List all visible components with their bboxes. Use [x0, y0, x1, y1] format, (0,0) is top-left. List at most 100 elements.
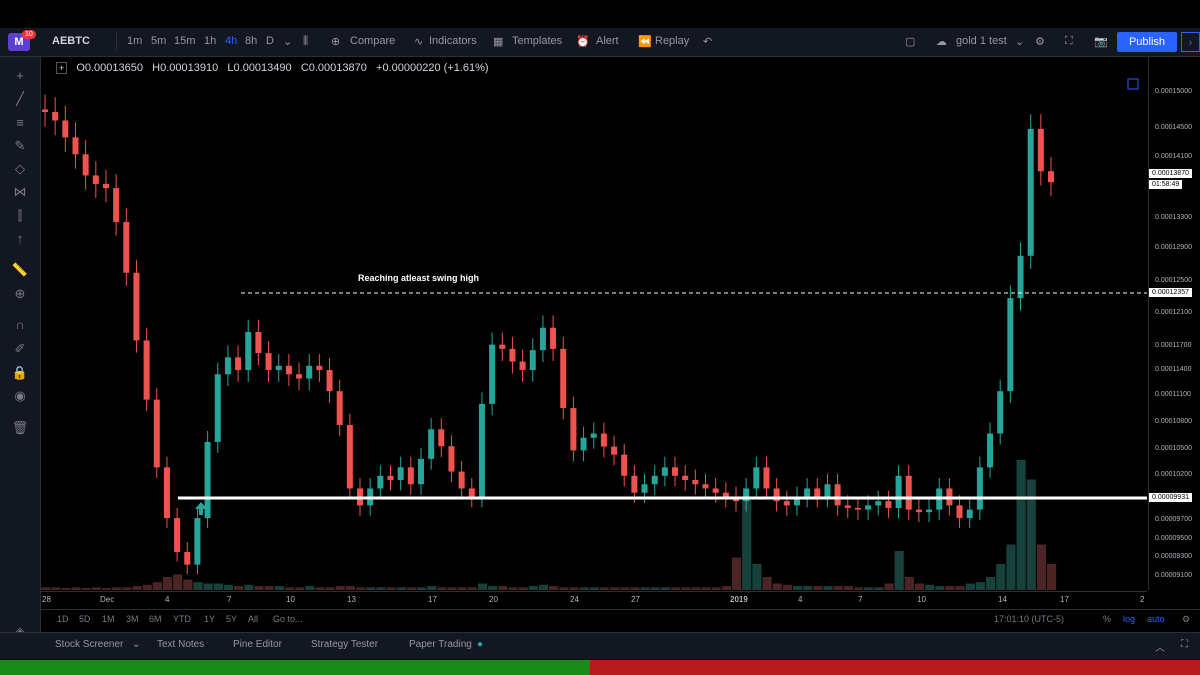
tab-stock-screener[interactable]: Stock Screener	[55, 639, 123, 650]
interval-15m[interactable]: 15m	[174, 35, 195, 47]
range-3m[interactable]: 3M	[126, 614, 139, 624]
lock-icon[interactable]: 🔒	[10, 364, 30, 382]
volume-bar	[467, 587, 477, 590]
shapes-icon[interactable]: ◇	[10, 160, 30, 178]
fullscreen-layout-icon[interactable]: ▢	[905, 35, 915, 48]
publish-button[interactable]: Publish	[1117, 32, 1177, 52]
range-all[interactable]: All	[248, 614, 258, 624]
indicators-icon[interactable]: ∿	[414, 35, 423, 48]
notification-badge[interactable]: 10	[22, 30, 36, 39]
volume-bar	[488, 586, 498, 590]
volume-bar	[803, 586, 813, 590]
brush-icon[interactable]: ✎	[10, 137, 30, 155]
magnet-icon[interactable]: ∩	[10, 316, 30, 334]
range-1m[interactable]: 1M	[102, 614, 115, 624]
volume-bar	[112, 587, 122, 590]
alert-button[interactable]: Alert	[596, 35, 619, 47]
chart-settings-icon[interactable]	[1127, 78, 1139, 90]
alert-icon[interactable]: ⏰	[576, 35, 590, 48]
candle-body	[997, 391, 1004, 434]
pattern-icon[interactable]: ⋈	[10, 183, 30, 201]
tab-pine-editor[interactable]: Pine Editor	[233, 639, 282, 650]
stay-drawing-icon[interactable]: ✐	[10, 340, 30, 358]
tab-paper-trading[interactable]: Paper Trading	[409, 639, 472, 650]
price-tick: 0.00009300	[1155, 553, 1192, 560]
candle-body	[326, 370, 333, 392]
price-tick: 0.00009700	[1155, 516, 1192, 523]
compare-icon[interactable]: ⊕	[331, 35, 340, 48]
clock[interactable]: 17:01:10 (UTC-5)	[994, 614, 1064, 624]
volume-bar	[61, 588, 71, 590]
trash-icon[interactable]: 🗑	[10, 419, 30, 437]
range-5y[interactable]: 5Y	[226, 614, 237, 624]
volume-bar	[945, 586, 955, 590]
layout-name[interactable]: gold 1 test	[956, 35, 1007, 47]
volume-bar	[1026, 479, 1036, 590]
range-ytd[interactable]: YTD	[173, 614, 191, 624]
volume-bar	[122, 587, 132, 590]
chart-style-icon[interactable]: ⫼	[303, 35, 308, 48]
crosshair-icon[interactable]: +	[10, 67, 30, 85]
cloud-icon[interactable]: ☁	[936, 35, 947, 48]
settings-icon[interactable]: ⚙	[1035, 35, 1045, 48]
replay-button[interactable]: Replay	[655, 35, 689, 47]
scale-settings-icon[interactable]: ⚙	[1182, 614, 1190, 625]
candle-body	[42, 109, 48, 112]
publish-more-icon[interactable]: ›	[1181, 32, 1200, 52]
templates-icon[interactable]: ▦	[493, 35, 503, 48]
maximize-panel-icon[interactable]: ⛶	[1181, 639, 1188, 650]
auto-scale-toggle[interactable]: auto	[1147, 614, 1165, 624]
volume-bar	[671, 587, 681, 590]
volume-bar	[295, 587, 305, 590]
ruler-icon[interactable]: 📏	[10, 261, 30, 279]
candle-body	[590, 433, 597, 438]
interval-8h[interactable]: 8h	[245, 35, 257, 47]
eye-icon[interactable]: ◉	[10, 387, 30, 405]
volume-bar	[731, 557, 742, 590]
candle-body	[438, 429, 445, 447]
interval-1m[interactable]: 1m	[127, 35, 142, 47]
interval-4h[interactable]: 4h	[225, 35, 237, 47]
price-chart[interactable]: Reaching atleast swing high	[41, 57, 1147, 590]
volume-bar	[752, 564, 762, 590]
camera-icon[interactable]: 📷	[1094, 35, 1108, 48]
interval-1h[interactable]: 1h	[204, 35, 216, 47]
indicators-button[interactable]: Indicators	[429, 35, 477, 47]
interval-d[interactable]: D	[266, 35, 274, 47]
compare-button[interactable]: Compare	[350, 35, 395, 47]
candle-body	[905, 475, 912, 510]
tab-text-notes[interactable]: Text Notes	[157, 639, 204, 650]
interval-5m[interactable]: 5m	[151, 35, 166, 47]
undo-icon[interactable]: ↶	[703, 35, 712, 48]
percent-scale-toggle[interactable]: %	[1103, 614, 1111, 624]
volume-bar	[975, 582, 986, 590]
layout-dropdown-icon[interactable]: ⌄	[1015, 35, 1024, 48]
range-1d[interactable]: 1D	[57, 614, 69, 624]
volume-bar	[559, 587, 569, 590]
date-range-bar: 1D 5D 1M 3M 6M YTD 1Y 5Y All Go to... 17…	[41, 609, 1200, 630]
candle-body	[285, 365, 292, 375]
range-6m[interactable]: 6M	[149, 614, 162, 624]
horizontal-lines-icon[interactable]: ≡	[10, 114, 30, 132]
volume-bar	[41, 587, 51, 590]
arrow-icon[interactable]: ↑	[10, 230, 30, 248]
stock-screener-dropdown-icon[interactable]: ⌄	[132, 639, 140, 650]
prediction-icon[interactable]: ⫿	[10, 207, 30, 225]
volume-bar	[1006, 544, 1016, 590]
symbol-search[interactable]: AEBTC	[52, 35, 90, 47]
range-1y[interactable]: 1Y	[204, 614, 215, 624]
tab-strategy-tester[interactable]: Strategy Tester	[311, 639, 378, 650]
log-scale-toggle[interactable]: log	[1123, 614, 1135, 624]
goto-button[interactable]: Go to...	[273, 614, 303, 624]
interval-dropdown-icon[interactable]: ⌄	[283, 35, 292, 48]
time-scale[interactable]: 28 Dec 4 7 10 13 17 20 24 27 2019 4 7 10…	[41, 591, 1147, 608]
range-5d[interactable]: 5D	[79, 614, 91, 624]
fullscreen-icon[interactable]: ⛶	[1065, 35, 1073, 48]
annotation-text[interactable]: Reaching atleast swing high	[358, 273, 479, 283]
collapse-panel-icon[interactable]: ︿	[1155, 639, 1165, 654]
templates-button[interactable]: Templates	[512, 35, 562, 47]
trendline-icon[interactable]: ╱	[10, 90, 30, 108]
price-scale[interactable]: 0.00015000 0.00014500 0.00014100 0.00013…	[1148, 57, 1200, 590]
replay-icon[interactable]: ⏪	[638, 35, 652, 48]
zoom-icon[interactable]: ⊕	[10, 285, 30, 303]
